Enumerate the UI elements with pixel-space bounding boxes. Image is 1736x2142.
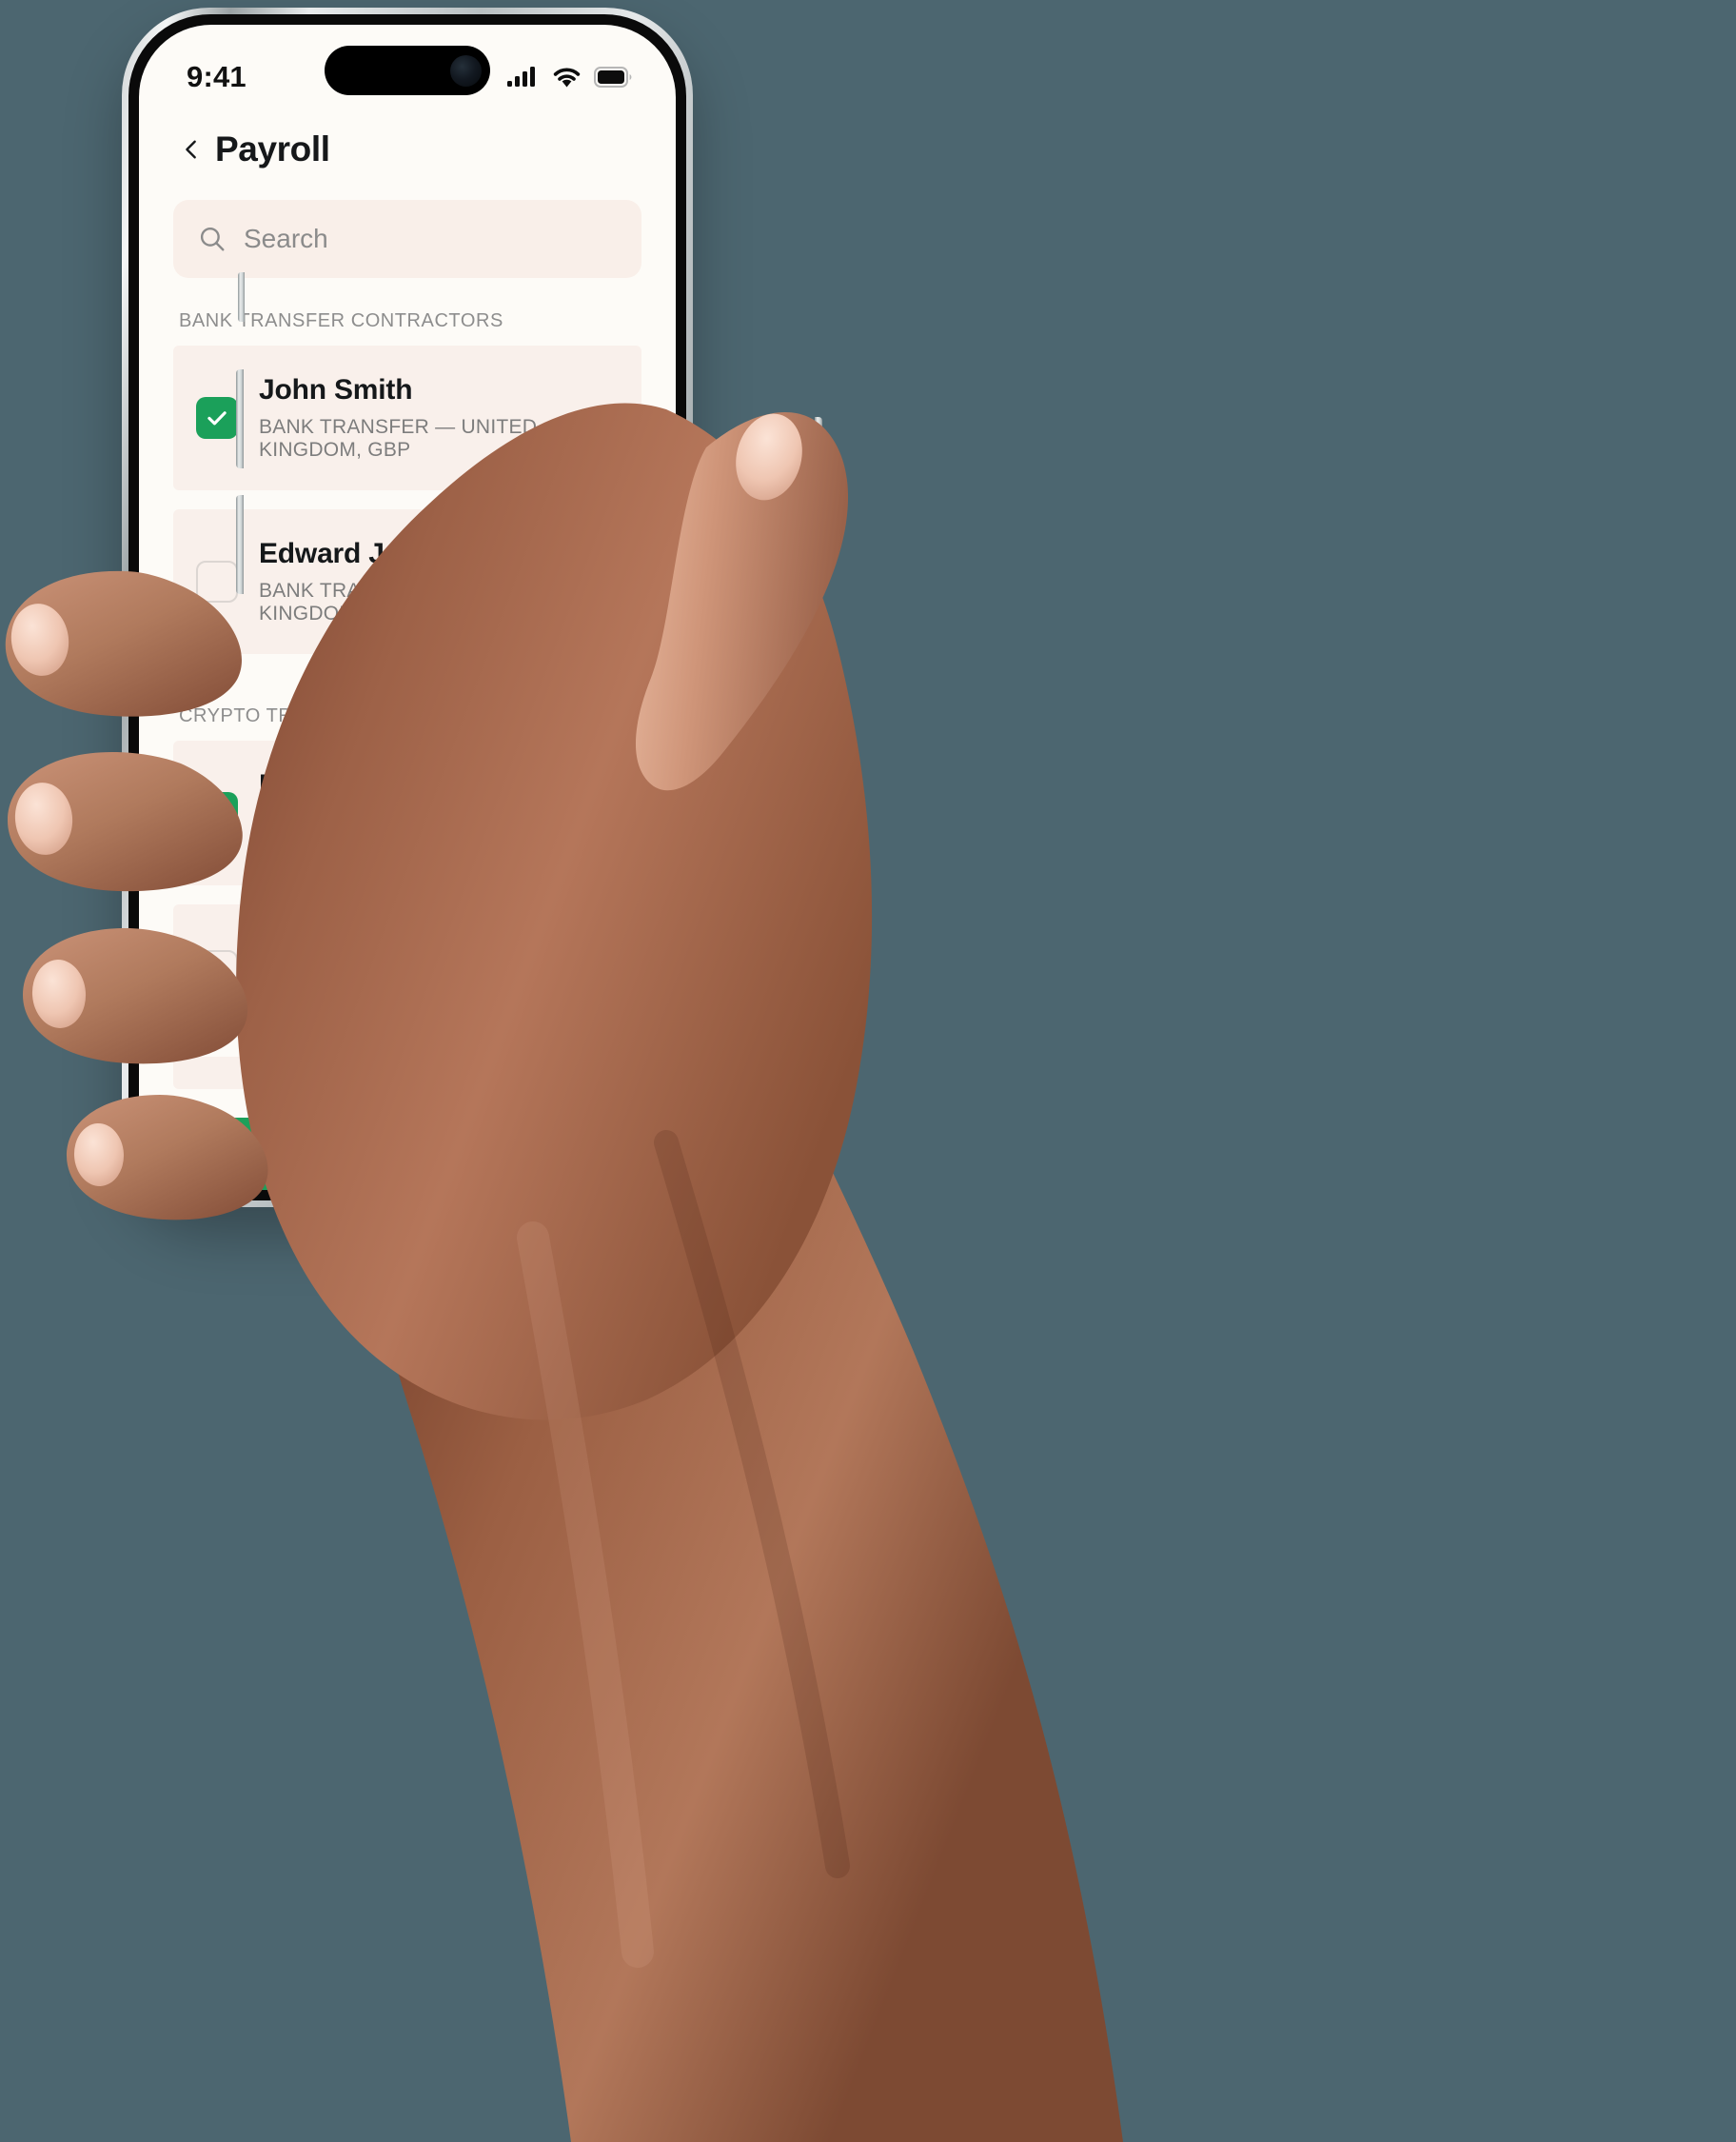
ring-finger-nail xyxy=(31,960,87,1028)
checkmark-icon xyxy=(207,806,227,821)
search-icon xyxy=(200,227,225,251)
contractor-texts: John Smith BANK TRANSFER — UNITED KINGDO… xyxy=(259,374,613,462)
chevron-left-icon xyxy=(186,140,196,159)
screenshot-canvas: 9:41 Payroll Search BANK TRANSFER CONTRA… xyxy=(0,0,1736,2142)
volume-up-button[interactable] xyxy=(236,369,244,468)
contractor-meta: CRYPTO TRANSFER — USDT, ERC20 xyxy=(259,811,549,856)
contractor-checkbox[interactable] xyxy=(196,397,238,439)
search-placeholder: Search xyxy=(244,224,328,253)
contractor-meta: CRYPTO TRANSFER — BTC xyxy=(259,981,531,1002)
phone-device: 9:41 Payroll Search BANK TRANSFER CONTRA… xyxy=(122,8,822,1207)
contractor-meta: BANK TRANSFER — UNITED KINGDOM, GBP xyxy=(259,416,538,461)
checkmark-icon xyxy=(207,411,227,426)
arm-highlight xyxy=(517,1221,654,1968)
contractor-checkbox[interactable] xyxy=(196,792,238,834)
section-label-crypto-transfer: CRYPTO TRANSFER CONTRACTORS xyxy=(179,705,532,726)
status-bar-icons xyxy=(507,66,632,89)
contractor-row-michael-thompson[interactable]: Michael Thompson CRYPTO TRANSFER — USDT,… xyxy=(173,741,641,885)
contractor-texts: Edward Jackson BANK TRANSFER — UNITED KI… xyxy=(259,538,613,625)
contractor-name: Andrew Williams xyxy=(259,939,484,970)
main-content: Search BANK TRANSFER CONTRACTORS John Sm… xyxy=(139,200,676,1190)
arm-shadow xyxy=(654,1130,850,1878)
thumb-nail xyxy=(736,413,802,501)
contractor-row-andrew-williams[interactable]: Andrew Williams CRYPTO TRANSFER — BTC xyxy=(173,904,641,1038)
contractor-checkbox[interactable] xyxy=(196,950,238,992)
contractor-name: Michael Thompson xyxy=(259,769,515,801)
volume-down-button[interactable] xyxy=(236,495,244,594)
contractor-name: John Smith xyxy=(259,374,413,406)
middle-finger-nail xyxy=(14,783,73,855)
contractor-texts: Michael Thompson CRYPTO TRANSFER — USDT,… xyxy=(259,769,613,857)
dynamic-island xyxy=(325,46,490,95)
cellular-signal-icon xyxy=(507,67,535,87)
power-button[interactable] xyxy=(815,417,822,539)
silent-switch-button[interactable] xyxy=(238,272,245,322)
phone-bezel: 9:41 Payroll Search BANK TRANSFER CONTRA… xyxy=(128,14,686,1200)
search-field[interactable]: Search xyxy=(173,200,641,278)
page-title: Payroll xyxy=(215,129,330,169)
contractor-name: Edward Jackson xyxy=(259,538,482,569)
index-finger-nail xyxy=(10,604,69,676)
contractor-row-partial[interactable] xyxy=(173,1057,641,1089)
page-header: Payroll xyxy=(139,112,676,187)
make-payout-button[interactable]: Make a payout xyxy=(173,1118,641,1190)
contractor-meta: BANK TRANSFER — UNITED KINGDOM, GBP xyxy=(259,580,538,625)
little-finger-nail xyxy=(73,1123,125,1186)
contractor-checkbox[interactable] xyxy=(196,561,238,603)
phone-screen: 9:41 Payroll Search BANK TRANSFER CONTRA… xyxy=(139,25,676,1190)
battery-icon xyxy=(594,67,632,88)
contractor-texts: Andrew Williams CRYPTO TRANSFER — BTC xyxy=(259,939,530,1003)
status-bar-clock: 9:41 xyxy=(187,60,247,93)
front-camera-icon xyxy=(450,54,482,87)
wifi-icon xyxy=(553,68,581,87)
back-button[interactable] xyxy=(181,139,202,160)
